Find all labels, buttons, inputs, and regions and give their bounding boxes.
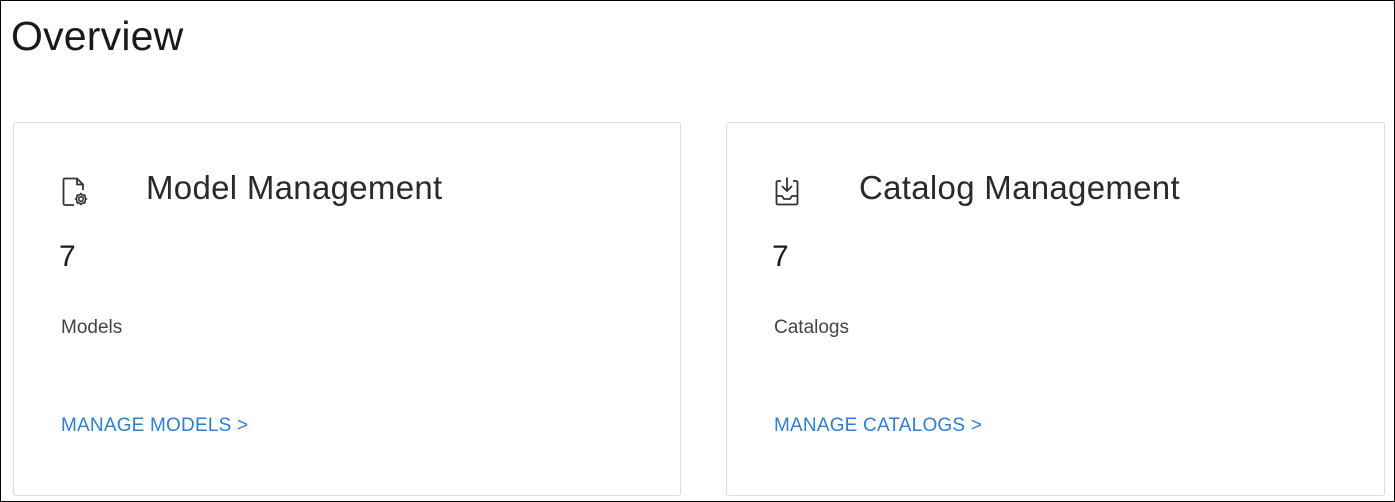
page-title: Overview — [11, 13, 184, 59]
catalog-management-card: Catalog Management 7 Catalogs MANAGE CAT… — [726, 122, 1385, 496]
card-title: Model Management — [146, 169, 443, 206]
card-title: Catalog Management — [859, 169, 1180, 206]
manage-catalogs-link[interactable]: MANAGE CATALOGS > — [774, 415, 982, 437]
catalog-download-icon — [774, 175, 802, 209]
catalogs-count: 7 — [772, 240, 789, 273]
models-caption: Models — [61, 317, 123, 338]
catalogs-caption: Catalogs — [774, 317, 849, 338]
overview-panel: Overview Model Management 7 Models MANAG… — [0, 0, 1395, 502]
manage-models-link[interactable]: MANAGE MODELS > — [61, 415, 248, 437]
model-management-card: Model Management 7 Models MANAGE MODELS … — [13, 122, 681, 496]
model-settings-icon — [61, 175, 89, 209]
models-count: 7 — [59, 240, 76, 273]
